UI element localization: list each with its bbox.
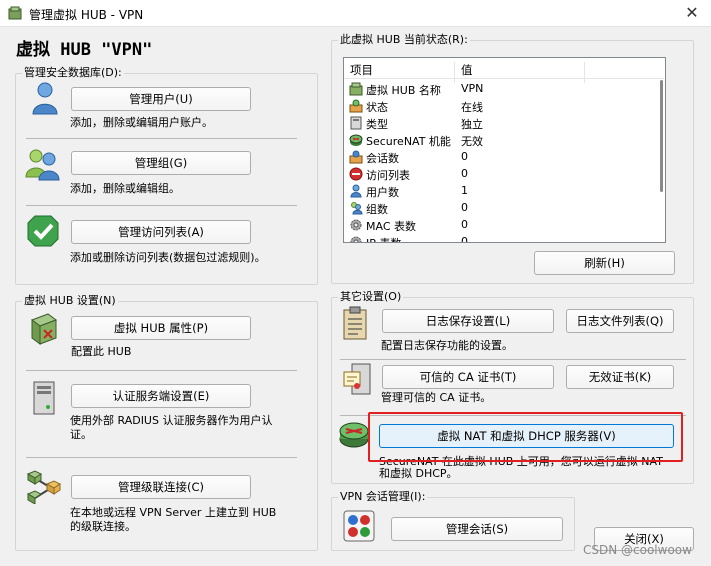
gear-icon [350, 219, 362, 231]
log-clipboard-icon [343, 306, 367, 340]
status-row[interactable]: 虚拟 HUB 名称 VPN [344, 81, 662, 98]
hub-status-legend: 此虚拟 HUB 当前状态(R): [340, 33, 468, 46]
column-header-item[interactable]: 项目 [350, 62, 373, 78]
status-row-value: 独立 [461, 118, 483, 131]
hub-properties-button[interactable]: 虚拟 HUB 属性(P) [71, 316, 251, 340]
status-icon [349, 99, 363, 113]
separator [26, 370, 297, 371]
gear-icon [350, 236, 362, 242]
user-icon [32, 82, 58, 115]
other-settings-legend: 其它设置(O) [340, 290, 402, 303]
scroll-thumb[interactable] [660, 80, 663, 192]
certificate-server-icon [343, 363, 371, 395]
status-row-value: 无效 [461, 135, 483, 148]
separator [340, 415, 686, 416]
scrollbar[interactable] [657, 58, 665, 242]
log-settings-button[interactable]: 日志保存设置(L) [382, 309, 554, 333]
cascade-desc-line1: 在本地或远程 VPN Server 上建立到 HUB [70, 506, 277, 519]
separator [26, 138, 297, 139]
separator [26, 457, 297, 458]
manage-cascade-button[interactable]: 管理级联连接(C) [71, 475, 251, 499]
access-list-icon [349, 167, 363, 181]
status-row[interactable]: MAC 表数 0 [344, 217, 662, 234]
title-bar: 管理虚拟 HUB - VPN ✕ [0, 0, 711, 27]
status-row[interactable]: SecureNAT 机能 无效 [344, 132, 662, 149]
status-row-key: 组数 [366, 203, 388, 216]
status-row[interactable]: 组数 0 [344, 200, 662, 217]
user-icon [350, 184, 362, 198]
security-db-legend: 管理安全数据库(D): [24, 66, 122, 79]
status-row[interactable]: 类型 独立 [344, 115, 662, 132]
status-row-key: IP 表数 [366, 235, 401, 242]
status-row-value: 0 [461, 167, 468, 180]
hub-status-list[interactable]: 项目 值 虚拟 HUB 名称 VPN 状态 在线 类型 独立 SecureNAT 机能 无效会… [343, 57, 666, 243]
auth-desc-line1: 使用外部 RADIUS 认证服务器作为用户认 [70, 414, 273, 427]
window-close-button[interactable]: ✕ [681, 2, 703, 24]
status-row-key: 用户数 [366, 186, 399, 199]
status-row-value: 0 [461, 150, 468, 163]
status-row-key: MAC 表数 [366, 220, 416, 233]
nat-desc-line2: 和虚拟 DHCP。 [379, 467, 458, 480]
groups-desc: 添加，删除或编辑组。 [70, 182, 180, 195]
auth-server-settings-button[interactable]: 认证服务端设置(E) [71, 384, 251, 408]
window-title: 管理虚拟 HUB - VPN [29, 8, 144, 22]
sessions-icon [343, 510, 375, 542]
users-desc: 添加，删除或编辑用户账户。 [70, 116, 213, 129]
status-row[interactable]: 会话数 0 [344, 149, 662, 166]
status-row[interactable]: 访问列表 0 [344, 166, 662, 183]
status-row-value: 在线 [461, 101, 483, 114]
server-icon [33, 381, 55, 415]
status-row-key: 会话数 [366, 152, 399, 165]
status-row-value: 0 [461, 218, 468, 231]
auth-desc-line2: 证。 [70, 428, 92, 441]
separator [340, 359, 686, 360]
status-row-value: 0 [461, 201, 468, 214]
column-header-value[interactable]: 值 [461, 62, 473, 78]
ca-desc: 管理可信的 CA 证书。 [381, 391, 492, 404]
vpn-sessions-legend: VPN 会话管理(I): [340, 490, 426, 503]
revoked-certs-button[interactable]: 无效证书(K) [566, 365, 674, 389]
hub-properties-desc: 配置此 HUB [71, 345, 132, 358]
hub-app-icon [8, 6, 22, 20]
hub-settings-legend: 虚拟 HUB 设置(N) [24, 294, 116, 307]
hub-icon [30, 313, 58, 345]
securenat-router-icon [339, 422, 369, 448]
virtual-nat-dhcp-button[interactable]: 虚拟 NAT 和虚拟 DHCP 服务器(V) [379, 424, 674, 448]
status-row-key: 状态 [366, 101, 388, 114]
refresh-button[interactable]: 刷新(H) [534, 251, 675, 275]
trusted-ca-button[interactable]: 可信的 CA 证书(T) [382, 365, 554, 389]
cascade-connection-icon [27, 470, 61, 504]
status-row-key: SecureNAT 机能 [366, 135, 451, 148]
status-row-key: 访问列表 [366, 169, 410, 182]
log-files-button[interactable]: 日志文件列表(Q) [566, 309, 674, 333]
sessions-icon [349, 150, 363, 164]
acl-desc: 添加或删除访问列表(数据包过滤规则)。 [70, 251, 266, 264]
status-row-key: 虚拟 HUB 名称 [366, 84, 441, 97]
manage-access-list-button[interactable]: 管理访问列表(A) [71, 220, 251, 244]
securenat-icon [349, 134, 363, 146]
hub-icon [349, 82, 363, 96]
group-icon [351, 202, 363, 215]
status-row-key: 类型 [366, 118, 388, 131]
group-icon [25, 149, 60, 181]
status-row[interactable]: 状态 在线 [344, 98, 662, 115]
page-title: 虚拟 HUB "VPN" [16, 40, 153, 60]
status-rows: 虚拟 HUB 名称 VPN 状态 在线 类型 独立 SecureNAT 机能 无效 会话数 0 访问… [344, 81, 662, 243]
separator [26, 205, 297, 206]
manage-groups-button[interactable]: 管理组(G) [71, 151, 251, 175]
manage-users-button[interactable]: 管理用户(U) [71, 87, 251, 111]
watermark: CSDN @coolwoow [583, 543, 692, 557]
checkmark-shield-icon [27, 215, 59, 247]
type-icon [350, 116, 362, 130]
list-header: 项目 值 [344, 58, 664, 83]
status-row-value: VPN [461, 82, 484, 95]
cascade-desc-line2: 的级联连接。 [70, 520, 136, 533]
log-desc: 配置日志保存功能的设置。 [381, 339, 513, 352]
status-row[interactable]: 用户数 1 [344, 183, 662, 200]
status-row[interactable]: IP 表数 0 [344, 234, 662, 243]
status-row-value: 1 [461, 184, 468, 197]
status-row-value: 0 [461, 235, 468, 243]
manage-sessions-button[interactable]: 管理会话(S) [391, 517, 563, 541]
